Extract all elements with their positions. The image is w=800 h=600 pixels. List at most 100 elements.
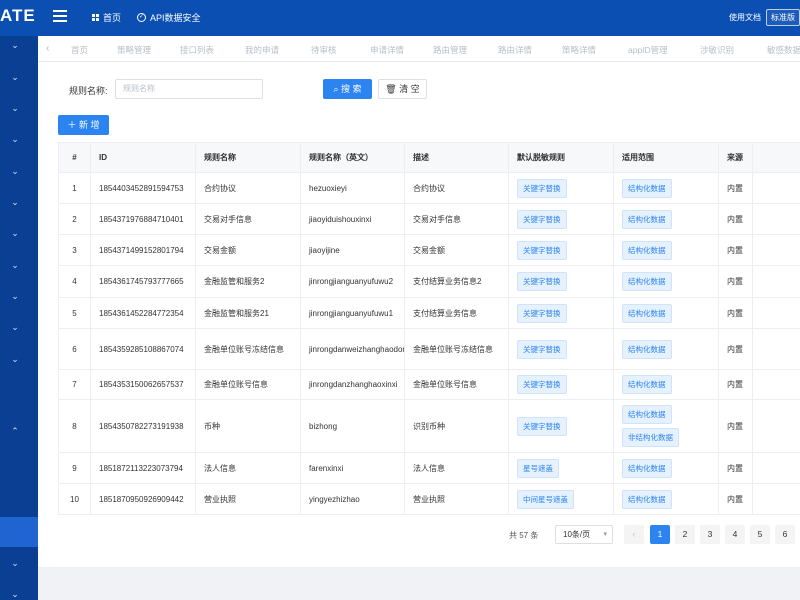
- table-row[interactable]: 9 1851872113223073794 法人信息 farenxinxi 法人信息 星号…: [58, 452, 800, 484]
- rule-name-en: jinrongdanweizhanghaodongjiexinxi: [300, 328, 405, 370]
- rule-name: 交易对手信息: [195, 203, 301, 235]
- actions-cell: [752, 297, 800, 329]
- nav-home-label: 首页: [103, 13, 122, 23]
- scope-cell: 结构化数据: [613, 328, 719, 370]
- tab-item[interactable]: 接口列表: [180, 44, 214, 56]
- clear-button[interactable]: 🗑 清 空: [378, 79, 427, 99]
- rule-name: 金融监管和服务2: [195, 265, 301, 298]
- rule-id: 1854361452284772354: [90, 297, 196, 329]
- menu-toggle-icon[interactable]: [53, 10, 67, 22]
- tab-item[interactable]: 申请详情: [370, 44, 404, 56]
- nav-api-security[interactable]: ✓ API数据安全: [137, 11, 201, 24]
- search-button[interactable]: ⌕ 搜 索: [323, 79, 372, 99]
- column-header: 适用范围: [613, 142, 719, 173]
- table-row[interactable]: 10 1851870950926909442 营业执照 yingyezhizhao 营业…: [58, 483, 800, 515]
- tab-item[interactable]: 敏感数据: [767, 44, 800, 56]
- tab-item[interactable]: 策略管理: [117, 44, 151, 56]
- check-circle-icon: ✓: [137, 13, 146, 22]
- rule-description: 支付结算业务信息2: [404, 265, 509, 298]
- rule-source: 内置: [718, 328, 753, 370]
- table-row[interactable]: 5 1854361452284772354 金融监管和服务21 jinrongjian…: [58, 297, 800, 329]
- chevron-down-icon[interactable]: ⌄: [10, 354, 20, 364]
- page-button[interactable]: 6: [775, 525, 795, 544]
- rule-source: 内置: [718, 399, 753, 453]
- add-button[interactable]: ＋ 新 增: [58, 115, 109, 135]
- chevron-down-icon[interactable]: ⌄: [10, 322, 20, 332]
- docs-link[interactable]: 使用文档: [729, 12, 761, 23]
- chevron-up-icon[interactable]: ⌃: [10, 426, 20, 436]
- scope-cell: 结构化数据非结构化数据: [613, 399, 719, 453]
- rule-name-input[interactable]: 规则名称: [115, 79, 263, 99]
- rule-description: 营业执照: [404, 483, 509, 515]
- actions-cell: [752, 452, 800, 484]
- rule-source: 内置: [718, 265, 753, 298]
- page-button[interactable]: 2: [675, 525, 695, 544]
- table-row[interactable]: 4 1854361745793777665 金融监管和服务2 jinrongjiang…: [58, 265, 800, 298]
- tab-item[interactable]: 路由管理: [433, 44, 467, 56]
- row-index: 1: [58, 172, 91, 204]
- tab-item[interactable]: 我的申请: [245, 44, 279, 56]
- default-rule-cell: 关键字替换: [508, 399, 614, 453]
- clear-button-label: 清 空: [399, 84, 420, 94]
- page-button[interactable]: 3: [700, 525, 720, 544]
- prev-page-button[interactable]: ‹: [624, 525, 644, 544]
- masking-rule-tag: 关键字替换: [517, 240, 567, 260]
- table-row[interactable]: 7 1854353150062657537 金融单位账号信息 jinrongdanzh…: [58, 369, 800, 400]
- rule-description: 交易对手信息: [404, 203, 509, 235]
- row-index: 2: [58, 203, 91, 235]
- rule-name: 金融单位账号信息: [195, 369, 301, 400]
- rule-name: 币种: [195, 399, 301, 453]
- column-header: 描述: [404, 142, 509, 173]
- row-index: 10: [58, 483, 91, 515]
- scope-cell: 结构化数据: [613, 203, 719, 235]
- page-size-select[interactable]: 10条/页 ▾: [555, 525, 613, 544]
- tab-item[interactable]: 首页: [71, 44, 88, 56]
- table-row[interactable]: 8 1854350782273191938 币种 bizhong 识别币种 关键字替换 结构…: [58, 399, 800, 453]
- chevron-down-icon[interactable]: ⌄: [10, 166, 20, 176]
- rule-name-en: yingyezhizhao: [300, 483, 405, 515]
- column-header: 默认脱敏规则: [508, 142, 614, 173]
- tabs-scroll-left-icon[interactable]: ‹: [46, 43, 49, 54]
- tab-item[interactable]: 路由详情: [498, 44, 532, 56]
- rule-source: 内置: [718, 203, 753, 235]
- edition-button[interactable]: 标准版: [766, 9, 800, 26]
- page-button[interactable]: 5: [750, 525, 770, 544]
- nav-home[interactable]: 首页: [92, 11, 121, 24]
- chevron-down-icon[interactable]: ⌄: [10, 558, 20, 568]
- row-index: 9: [58, 452, 91, 484]
- rule-name-label: 规则名称:: [69, 86, 108, 96]
- scope-cell: 结构化数据: [613, 297, 719, 329]
- chevron-down-icon[interactable]: ⌄: [10, 40, 20, 50]
- chevron-down-icon[interactable]: ⌄: [10, 197, 20, 207]
- chevron-down-icon[interactable]: ⌄: [10, 260, 20, 270]
- row-index: 4: [58, 265, 91, 298]
- rule-id: 1851870950926909442: [90, 483, 196, 515]
- tab-item[interactable]: appID管理: [628, 44, 668, 56]
- page-button[interactable]: 4: [725, 525, 745, 544]
- rule-description: 识别币种: [404, 399, 509, 453]
- add-button-label: 新 增: [79, 120, 100, 130]
- chevron-down-icon[interactable]: ⌄: [10, 291, 20, 301]
- chevron-down-icon[interactable]: ⌄: [10, 589, 20, 599]
- tab-item[interactable]: 涉敏识别: [700, 44, 734, 56]
- table-row[interactable]: 6 1854359285108867074 金融单位账号冻结信息 jinrongdan…: [58, 328, 800, 370]
- tab-item[interactable]: 待审核: [311, 44, 337, 56]
- chevron-down-icon[interactable]: ⌄: [10, 228, 20, 238]
- table-row[interactable]: 2 1854371976884710401 交易对手信息 jiaoyiduishoux…: [58, 203, 800, 235]
- masking-rule-tag: 关键字替换: [517, 178, 567, 198]
- page-button[interactable]: 1: [650, 525, 670, 544]
- rule-name-en: jinrongjianguanyufuwu2: [300, 265, 405, 298]
- rule-name-en: bizhong: [300, 399, 405, 453]
- chevron-down-icon[interactable]: ⌄: [10, 72, 20, 82]
- scope-cell: 结构化数据: [613, 369, 719, 400]
- chevron-down-icon[interactable]: ⌄: [10, 103, 20, 113]
- sidebar-active-item[interactable]: [0, 517, 38, 547]
- scope-tag: 非结构化数据: [622, 428, 679, 447]
- chevron-down-icon[interactable]: ⌄: [10, 134, 20, 144]
- rule-name: 金融单位账号冻结信息: [195, 328, 301, 370]
- table-row[interactable]: 1 1854403452891594753 合约协议 hezuoxieyi 合约协议 关键…: [58, 172, 800, 204]
- tab-item[interactable]: 策略详情: [562, 44, 596, 56]
- scope-tag: 结构化数据: [622, 375, 672, 394]
- table-row[interactable]: 3 1854371499152801794 交易金额 jiaoyijine 交易金额 关键…: [58, 234, 800, 266]
- scope-tag: 结构化数据: [622, 405, 672, 424]
